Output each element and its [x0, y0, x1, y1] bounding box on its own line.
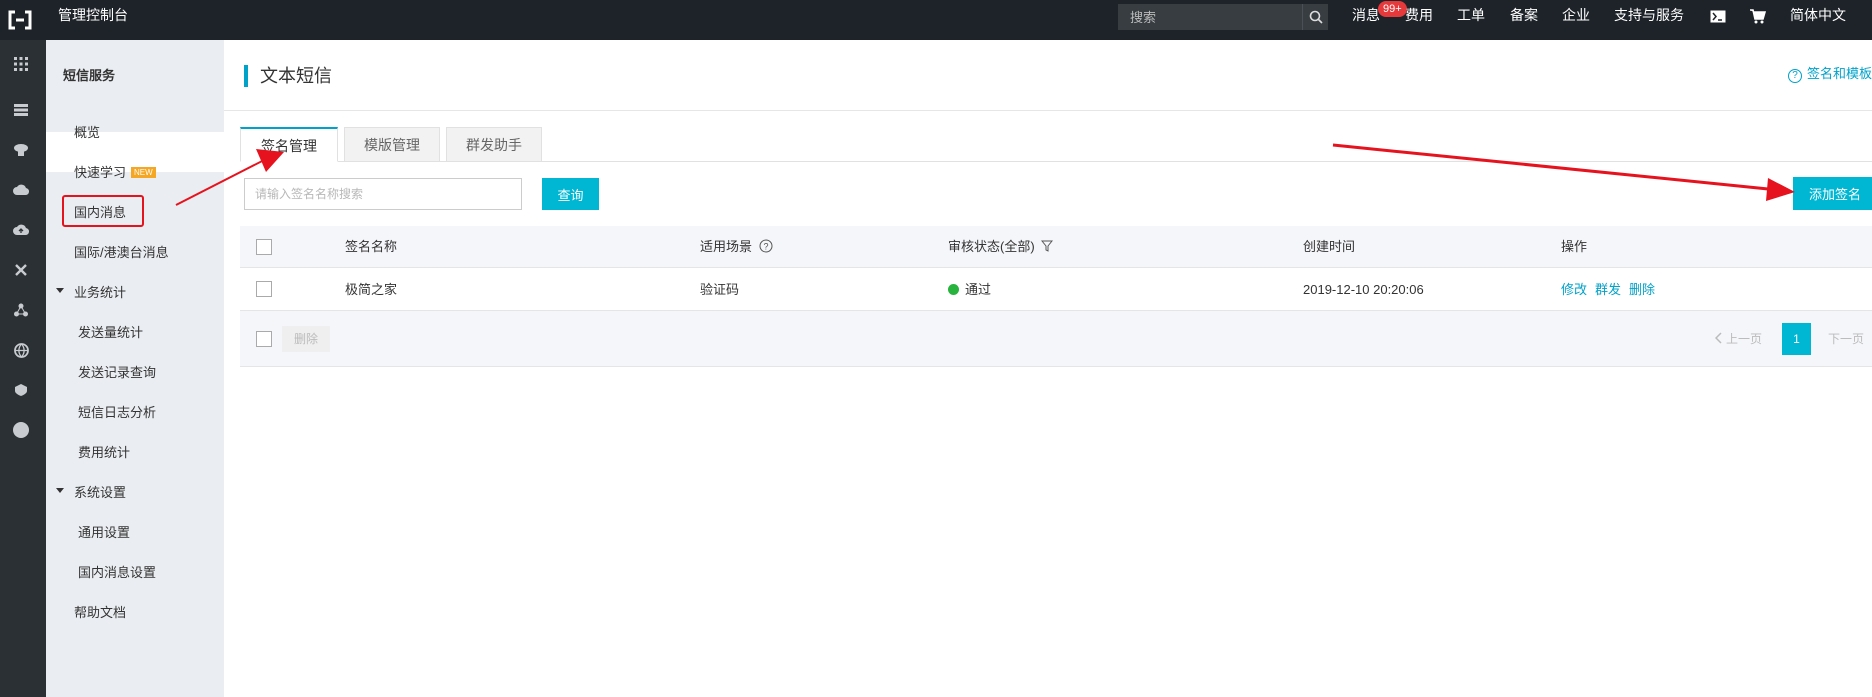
- sidebar-item-general-settings[interactable]: 通用设置: [78, 522, 130, 541]
- cell-actions: 修改 群发 删除: [1561, 268, 1663, 311]
- cell-created: 2019-12-10 20:20:06: [1303, 282, 1424, 297]
- title-accent-bar: [244, 65, 248, 87]
- globe-icon[interactable]: [11, 340, 31, 360]
- grid-icon[interactable]: [11, 54, 31, 74]
- sidebar-item-overview[interactable]: 概览: [74, 122, 100, 141]
- shield-icon[interactable]: [11, 380, 31, 400]
- bulk-delete-button[interactable]: 删除: [282, 326, 330, 352]
- sidebar-item-quickstart[interactable]: 快速学习 NEW: [74, 162, 156, 181]
- product-icon-rail: [0, 40, 46, 697]
- console-title[interactable]: 管理控制台: [58, 0, 128, 31]
- column-header-name: 签名名称: [345, 239, 398, 254]
- messages-badge: 99+: [1378, 1, 1407, 17]
- sidebar-item-international[interactable]: 国际/港澳台消息: [74, 242, 169, 261]
- global-search: [1118, 4, 1328, 30]
- sidebar-item-domestic-settings[interactable]: 国内消息设置: [78, 562, 156, 581]
- network-icon[interactable]: [11, 300, 31, 320]
- sms-sidebar: 短信服务 概览 快速学习 NEW 国内消息 国际/港澳台消息 业务统计 发送量统计…: [46, 40, 224, 697]
- circle-icon[interactable]: [11, 420, 31, 440]
- add-signature-button[interactable]: 添加签名: [1793, 177, 1872, 210]
- column-header-label: 审核状态(全部): [948, 239, 1035, 254]
- status-dot-icon: [948, 284, 959, 295]
- tab-bulk-assistant[interactable]: 群发助手: [446, 127, 542, 162]
- filter-icon[interactable]: [1041, 240, 1054, 252]
- table-row: 极简之家 验证码 通过 2019-12-10 20:20:06 修改 群发 删除: [240, 268, 1872, 311]
- sidebar-group-settings[interactable]: 系统设置: [74, 482, 126, 501]
- delete-link[interactable]: 删除: [1629, 282, 1655, 297]
- signature-search-input[interactable]: [244, 178, 522, 210]
- table-footer: 删除 上一页 1 下一页: [240, 311, 1872, 367]
- row-checkbox[interactable]: [256, 281, 272, 297]
- sidebar-item-send-records[interactable]: 发送记录查询: [78, 362, 156, 381]
- nav-icp[interactable]: 备案: [1510, 0, 1538, 31]
- sidebar-title: 短信服务: [63, 68, 116, 83]
- top-navbar: 管理控制台 消息 99+ 费用 工单 备案 企业 支持与服务 简体中文: [0, 0, 1872, 40]
- tab-template-management[interactable]: 模版管理: [344, 127, 440, 162]
- nav-messages[interactable]: 消息: [1352, 0, 1380, 31]
- svg-text:?: ?: [763, 242, 768, 252]
- cloud-icon[interactable]: [11, 180, 31, 200]
- global-search-input[interactable]: [1118, 4, 1302, 30]
- database-icon[interactable]: [11, 140, 31, 160]
- cell-scenario: 验证码: [700, 282, 740, 297]
- bulk-send-link[interactable]: 群发: [1595, 282, 1621, 297]
- chevron-left-icon: [1714, 332, 1722, 344]
- nav-tickets[interactable]: 工单: [1457, 0, 1485, 31]
- cart-icon[interactable]: [1748, 6, 1768, 26]
- column-header-actions: 操作: [1561, 239, 1588, 254]
- tools-icon[interactable]: [11, 260, 31, 280]
- search-icon[interactable]: [1302, 4, 1328, 30]
- caret-down-icon[interactable]: [56, 488, 64, 493]
- annotation-arrow-add-head: [1766, 178, 1795, 201]
- column-header-scenario: 适用场景 ?: [700, 226, 773, 268]
- help-link-label: 签名和模板: [1806, 66, 1872, 81]
- caret-down-icon[interactable]: [56, 288, 64, 293]
- cell-name: 极简之家: [345, 282, 398, 297]
- cell-status: 通过: [948, 268, 991, 311]
- column-header-label: 适用场景: [700, 239, 753, 254]
- nav-language[interactable]: 简体中文: [1790, 0, 1846, 31]
- page-number-current[interactable]: 1: [1782, 323, 1811, 355]
- column-header-created: 创建时间: [1303, 239, 1356, 254]
- annotation-arrow-to-add: [1332, 143, 1779, 192]
- cloud-upload-icon[interactable]: [11, 220, 31, 240]
- sidebar-item-cost-stats[interactable]: 费用统计: [78, 442, 130, 461]
- new-badge: NEW: [131, 167, 156, 178]
- nav-support[interactable]: 支持与服务: [1614, 0, 1684, 31]
- aliyun-logo-icon[interactable]: [6, 8, 34, 32]
- query-button[interactable]: 查询: [542, 178, 599, 210]
- sidebar-item-label: 快速学习: [74, 165, 127, 180]
- sidebar-group-stats[interactable]: 业务统计: [74, 282, 126, 301]
- prev-page-button[interactable]: 上一页: [1714, 323, 1763, 355]
- nav-billing[interactable]: 费用: [1405, 0, 1433, 31]
- select-all-checkbox[interactable]: [256, 239, 272, 255]
- sidebar-item-send-stats[interactable]: 发送量统计: [78, 322, 143, 341]
- signature-template-help-link[interactable]: ? 签名和模板: [1787, 63, 1872, 83]
- table-header: 签名名称 适用场景 ? 审核状态(全部) 创建时间 操作: [240, 226, 1872, 268]
- terminal-icon[interactable]: [1708, 6, 1728, 26]
- nav-enterprise[interactable]: 企业: [1562, 0, 1590, 31]
- question-icon: ?: [1787, 69, 1802, 83]
- page-header: 文本短信 ? 签名和模板: [224, 40, 1872, 111]
- footer-select-all-checkbox[interactable]: [256, 331, 272, 347]
- edit-link[interactable]: 修改: [1561, 282, 1587, 297]
- column-header-status: 审核状态(全部): [948, 226, 1054, 268]
- page-title: 文本短信: [260, 66, 332, 86]
- server-icon[interactable]: [11, 100, 31, 120]
- next-page-button[interactable]: 下一页: [1828, 323, 1864, 355]
- prev-page-label: 上一页: [1726, 332, 1763, 346]
- sidebar-item-help-docs[interactable]: 帮助文档: [74, 602, 126, 621]
- annotation-highlight-box: [62, 195, 144, 227]
- status-label: 通过: [965, 282, 992, 297]
- question-icon[interactable]: ?: [759, 239, 773, 253]
- sidebar-item-log-analysis[interactable]: 短信日志分析: [78, 402, 156, 421]
- tab-signature-management[interactable]: 签名管理: [240, 127, 338, 162]
